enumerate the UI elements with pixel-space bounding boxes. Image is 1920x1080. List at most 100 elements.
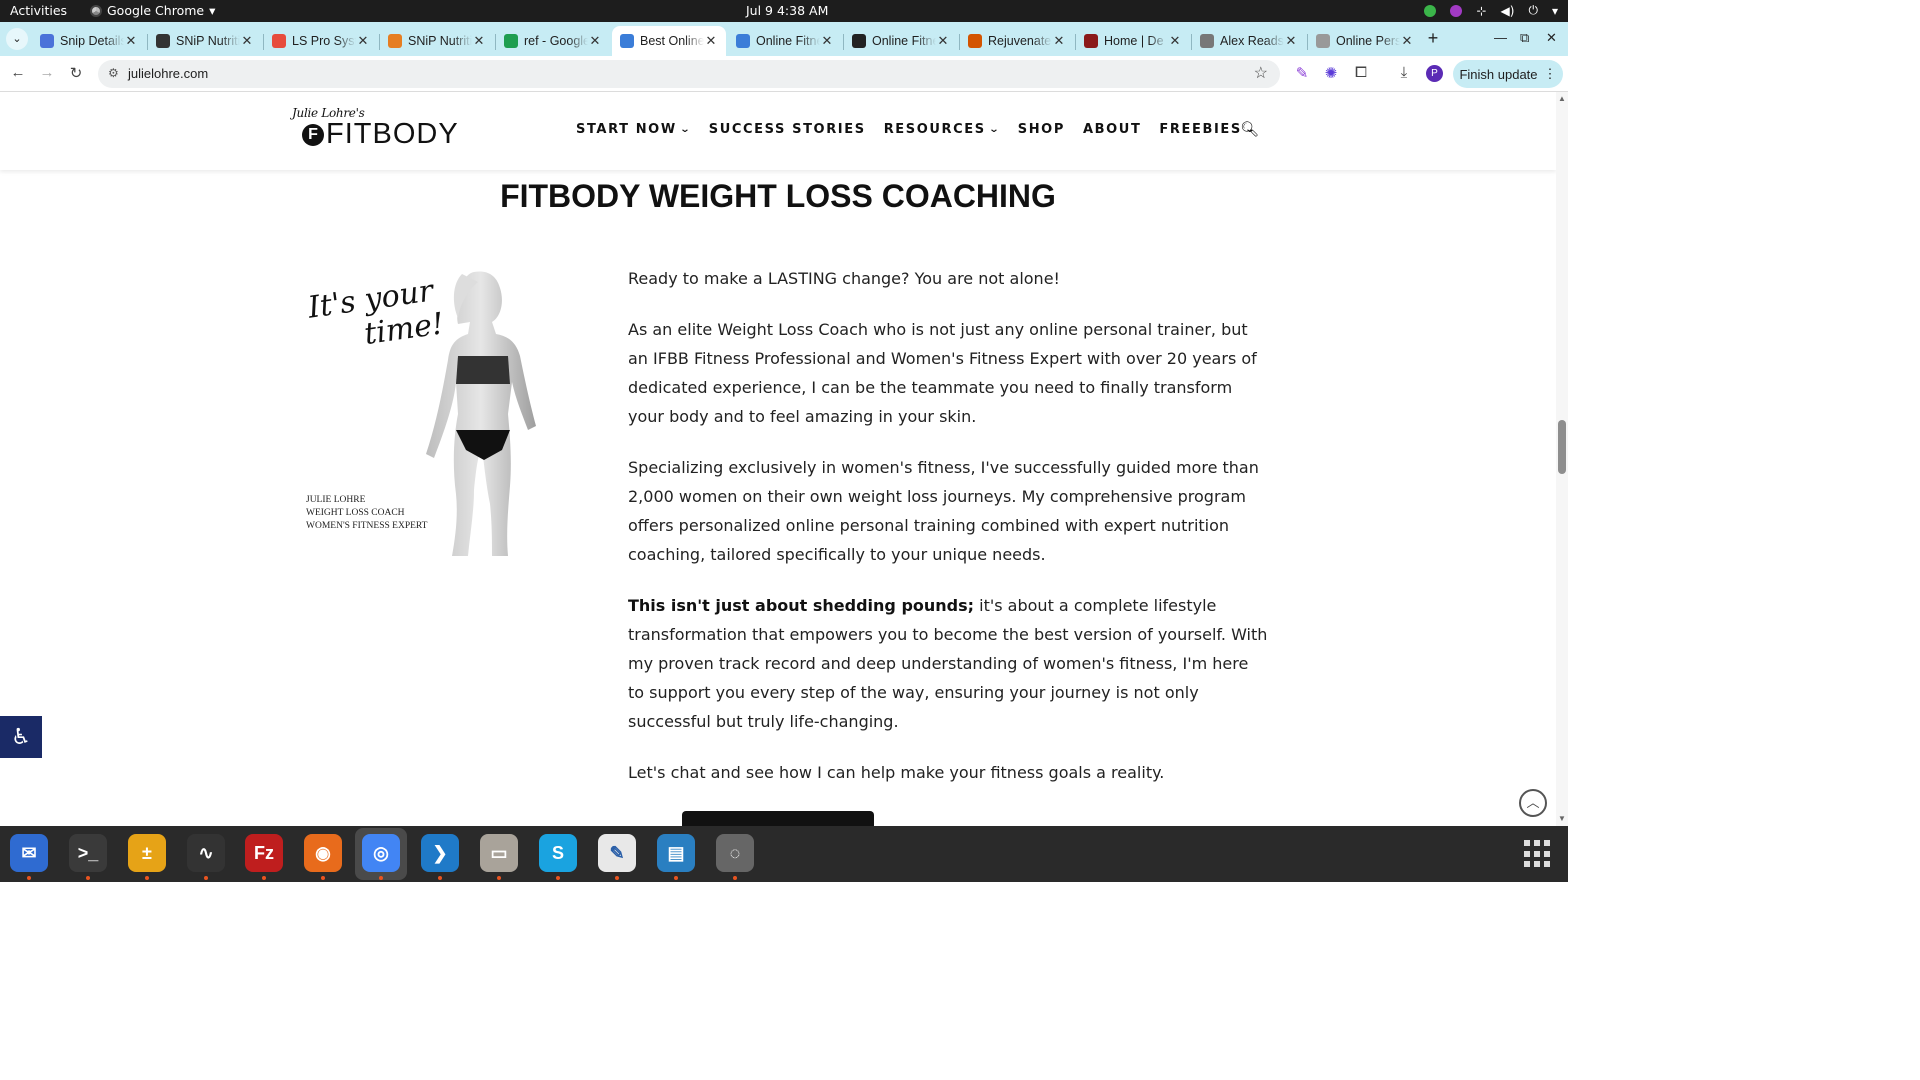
browser-tab[interactable]: Best Online ✕ (612, 26, 726, 56)
skype-icon[interactable]: S (539, 834, 577, 872)
text-editor-icon[interactable]: ✎ (598, 834, 636, 872)
close-window-icon[interactable]: ✕ (1546, 30, 1557, 46)
chrome-icon[interactable]: ◎ (362, 834, 400, 872)
close-tab-icon[interactable]: ✕ (704, 33, 718, 49)
libreoffice-writer-icon[interactable]: ▤ (657, 834, 695, 872)
web-page: Julie Lohre's F FITBODY START NOW ⌄ SUCCES… (0, 92, 1568, 826)
download-icon[interactable]: ⤓ (1394, 64, 1414, 81)
disk-utility-icon[interactable]: ◌ (716, 834, 754, 872)
favicon-icon (968, 34, 982, 48)
vscode-icon[interactable]: ❯ (421, 834, 459, 872)
tab-separator (1307, 34, 1308, 50)
extension-pen-icon[interactable]: ✎ (1292, 64, 1312, 82)
back-icon[interactable]: ← (8, 64, 28, 81)
close-tab-icon[interactable]: ✕ (820, 33, 834, 49)
browser-tab[interactable]: Home | De ✕ (1076, 26, 1190, 56)
new-tab-button[interactable]: + (1422, 28, 1444, 49)
scroll-down-icon[interactable]: ▼ (1556, 814, 1568, 823)
filezilla-icon[interactable]: Fz (245, 834, 283, 872)
nav-item-label: FREEBIES (1159, 122, 1242, 137)
running-indicator (379, 876, 383, 880)
scroll-up-icon[interactable]: ▲ (1556, 94, 1568, 103)
close-tab-icon[interactable]: ✕ (936, 33, 950, 49)
tray-app-icon[interactable] (1450, 4, 1463, 17)
clock[interactable]: Jul 9 4:38 AM (746, 3, 828, 18)
cta-button[interactable] (682, 811, 874, 826)
nav-item-label: ABOUT (1082, 122, 1142, 137)
tab-search-button[interactable]: ⌄ (6, 28, 28, 50)
browser-tab[interactable]: SNiP Nutrition✕ (148, 26, 262, 56)
forward-icon[interactable]: → (37, 64, 57, 81)
restore-icon[interactable]: ⧉ (1520, 30, 1529, 46)
power-icon[interactable]: ⏻ (1528, 3, 1538, 18)
close-tab-icon[interactable]: ✕ (1168, 33, 1182, 49)
favicon-icon (40, 34, 54, 48)
browser-tab[interactable]: Online Personal✕ (1308, 26, 1422, 56)
nav-item-about[interactable]: ABOUT (1083, 122, 1141, 137)
nav-item-start-now[interactable]: START NOW ⌄ (576, 122, 691, 137)
system-monitor-icon[interactable]: ∿ (187, 834, 225, 872)
intro-copy: Ready to make a LASTING change? You are … (628, 264, 1268, 809)
calculator-icon[interactable]: ± (128, 834, 166, 872)
close-tab-icon[interactable]: ✕ (240, 33, 254, 49)
extensions-puzzle-icon[interactable]: ⧠ (1351, 64, 1371, 81)
site-logo[interactable]: Julie Lohre's F FITBODY (292, 106, 462, 154)
minimize-icon[interactable]: — (1494, 30, 1507, 45)
close-tab-icon[interactable]: ✕ (356, 33, 370, 49)
main-navigation: START NOW ⌄ SUCCESS STORIES RESOURCES ⌄ SHOP A… (576, 122, 1274, 137)
accessibility-icon[interactable]: ♿︎ (0, 716, 42, 758)
chevron-down-icon[interactable]: ▾ (1552, 4, 1558, 18)
search-icon[interactable]: 🔍︎ (1240, 120, 1259, 138)
tab-title: Online Fitness (872, 34, 936, 48)
close-tab-icon[interactable]: ✕ (1284, 33, 1298, 49)
browser-tab[interactable]: Alex Reads ✕ (1192, 26, 1306, 56)
chevron-down-icon: ▾ (209, 3, 216, 18)
running-indicator (86, 876, 90, 880)
profile-avatar[interactable]: P (1426, 65, 1443, 82)
finish-update-button[interactable]: Finish update ⋮ (1453, 60, 1563, 88)
files-icon[interactable]: ▭ (480, 834, 518, 872)
close-tab-icon[interactable]: ✕ (124, 33, 138, 49)
browser-tab[interactable]: Online Fitness✕ (844, 26, 958, 56)
nav-item-resources[interactable]: RESOURCES ⌄ (884, 122, 1000, 137)
kebab-menu-icon: ⋮ (1543, 66, 1557, 81)
running-indicator (615, 876, 619, 880)
browser-tab[interactable]: SNiP Nutrition✕ (380, 26, 494, 56)
browser-tab[interactable]: Online Fitness✕ (728, 26, 842, 56)
chevron-down-icon: ⌄ (988, 124, 1002, 135)
show-apps-icon[interactable] (1524, 840, 1552, 868)
nav-item-shop[interactable]: SHOP (1018, 122, 1065, 137)
page-scrollbar[interactable]: ▲ ▼ (1556, 92, 1568, 826)
close-tab-icon[interactable]: ✕ (1052, 33, 1066, 49)
close-tab-icon[interactable]: ✕ (1400, 33, 1414, 49)
system-tray[interactable]: ⊹ ◀) ⏻ ▾ (1424, 3, 1558, 18)
address-bar[interactable]: ⚙ julielohre.com ☆ (98, 60, 1280, 88)
tab-title: SNiP Nutrition (176, 34, 240, 48)
scroll-to-top-icon[interactable]: ︿ (1519, 789, 1547, 817)
tab-separator (1075, 34, 1076, 50)
browser-tab[interactable]: LS Pro Systems✕ (264, 26, 378, 56)
browser-tab[interactable]: Rejuvenate ✕ (960, 26, 1074, 56)
activities-button[interactable]: Activities (10, 3, 67, 18)
extension-gear-icon[interactable]: ✺ (1321, 64, 1341, 82)
tab-separator (263, 34, 264, 50)
paragraph: Let's chat and see how I can help make y… (628, 763, 1165, 782)
app-menu[interactable]: Google Chrome ▾ (90, 3, 215, 18)
firefox-icon[interactable]: ◉ (304, 834, 342, 872)
scrollbar-thumb[interactable] (1558, 420, 1566, 474)
thunderbird-icon[interactable]: ✉ (10, 834, 48, 872)
terminal-icon[interactable]: >_ (69, 834, 107, 872)
close-tab-icon[interactable]: ✕ (588, 33, 602, 49)
reload-icon[interactable]: ↻ (66, 64, 86, 82)
browser-tab[interactable]: ref - Google Sheets✕ (496, 26, 610, 56)
browser-tab[interactable]: Snip Details ✕ (32, 26, 146, 56)
close-tab-icon[interactable]: ✕ (472, 33, 486, 49)
bookmark-star-icon[interactable]: ☆ (1254, 63, 1268, 83)
site-info-icon[interactable]: ⚙ (108, 66, 119, 80)
nav-item-success-stories[interactable]: SUCCESS STORIES (709, 122, 866, 137)
volume-icon[interactable]: ◀) (1501, 4, 1515, 18)
network-icon[interactable]: ⊹ (1476, 4, 1486, 18)
tray-app-icon[interactable] (1424, 4, 1437, 17)
url-text[interactable]: julielohre.com (128, 66, 208, 81)
running-indicator (438, 876, 442, 880)
